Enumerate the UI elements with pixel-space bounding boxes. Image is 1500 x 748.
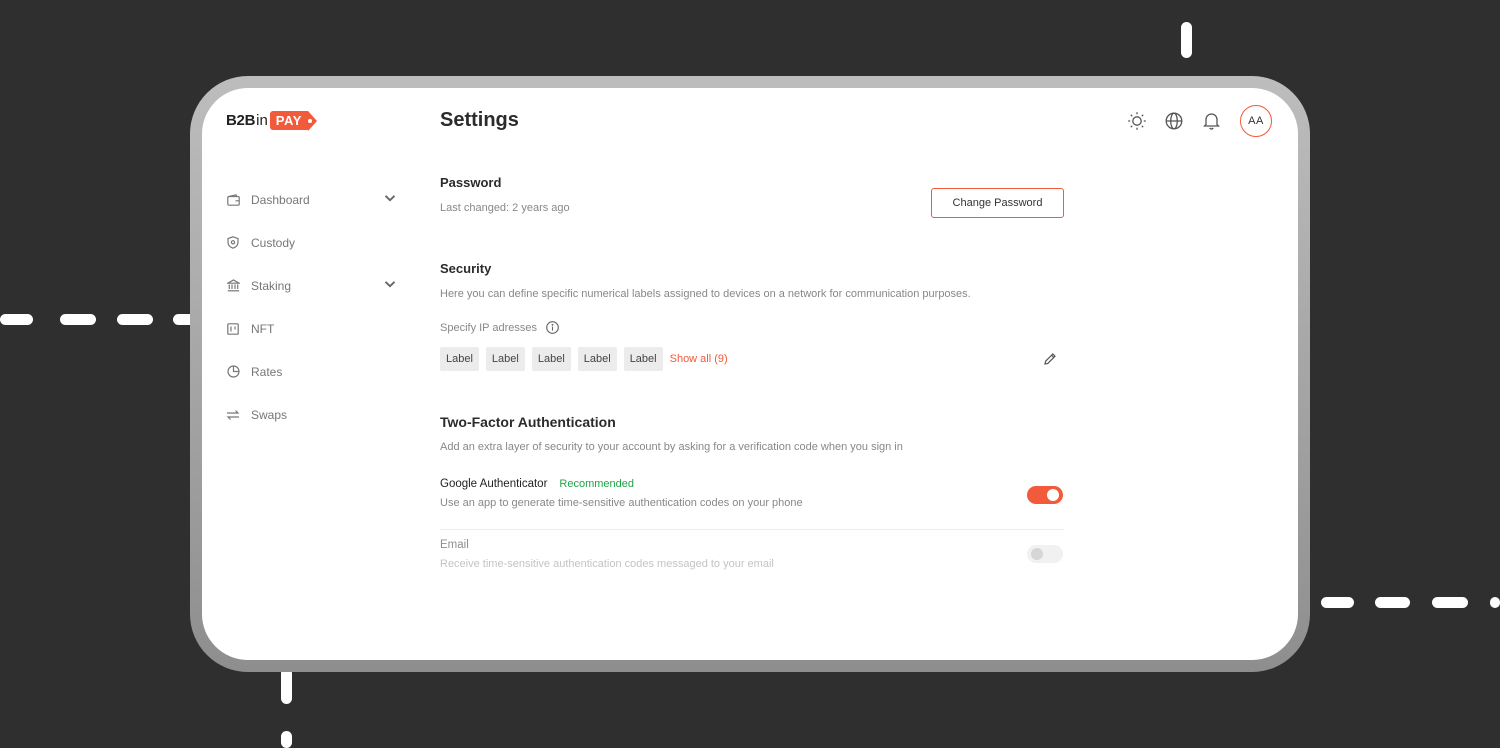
toggle-knob: [1047, 489, 1059, 501]
sidebar-item-label: NFT: [251, 321, 275, 336]
settings-content: Password Last changed: 2 years ago Chang…: [440, 172, 1064, 579]
security-section-title: Security: [440, 261, 492, 276]
two-factor-description: Add an extra layer of security to your a…: [440, 441, 903, 453]
google-authenticator-title: Google Authenticator: [440, 478, 548, 490]
sidebar-item-label: Staking: [251, 278, 292, 293]
chevron-down-icon[interactable]: [384, 278, 396, 290]
sidebar-item-custody[interactable]: Custody: [226, 221, 396, 264]
app-window: B2B in PAY Dashboard Custody Staking NFT…: [202, 88, 1298, 660]
password-section-title: Password: [440, 175, 502, 190]
logo-text-in: in: [256, 112, 268, 129]
sidebar-item-label: Swaps: [251, 407, 288, 422]
ip-labels-row: Label Label Label Label Label Show all (…: [440, 347, 728, 371]
sidebar-item-nft[interactable]: NFT: [226, 307, 396, 350]
google-authenticator-row: Google Authenticator Recommended Use an a…: [440, 478, 1064, 518]
ip-label-chip[interactable]: Label: [531, 347, 571, 371]
nft-frame-icon: [226, 322, 240, 336]
security-description: Here you can define specific numerical l…: [440, 288, 971, 300]
google-authenticator-heading: Google Authenticator Recommended: [440, 478, 1064, 490]
sidebar-item-rates[interactable]: Rates: [226, 350, 396, 393]
theme-sun-icon[interactable]: [1126, 110, 1148, 132]
avatar[interactable]: AA: [1240, 105, 1272, 137]
globe-icon[interactable]: [1163, 110, 1185, 132]
email-auth-title: Email: [440, 539, 469, 551]
ip-address-label: Specify IP adresses: [440, 321, 538, 334]
ip-label-chip[interactable]: Label: [440, 347, 479, 371]
bank-icon: [226, 279, 240, 293]
sidebar-item-label: Dashboard: [251, 192, 310, 207]
swap-arrows-icon: [226, 408, 240, 422]
sidebar-nav: Dashboard Custody Staking NFT Rates Swap…: [226, 178, 396, 436]
change-password-button[interactable]: Change Password: [931, 188, 1064, 218]
show-all-labels-link[interactable]: Show all (9): [670, 353, 728, 365]
sidebar-item-dashboard[interactable]: Dashboard: [226, 178, 396, 221]
divider: [440, 529, 1064, 530]
toggle-knob: [1031, 548, 1043, 560]
sidebar-item-label: Custody: [251, 235, 296, 250]
brand-logo[interactable]: B2B in PAY: [226, 111, 317, 131]
password-last-changed: Last changed: 2 years ago: [440, 202, 570, 214]
email-auth-toggle[interactable]: [1027, 545, 1063, 563]
two-factor-section-title: Two-Factor Authentication: [440, 414, 616, 430]
password-section: Password Last changed: 2 years ago Chang…: [440, 172, 1064, 257]
sidebar-item-staking[interactable]: Staking: [226, 264, 396, 307]
sidebar-item-swaps[interactable]: Swaps: [226, 393, 396, 436]
info-icon[interactable]: [546, 321, 559, 334]
recommended-badge: Recommended: [559, 478, 635, 490]
logo-text-b2b: B2B: [226, 112, 256, 129]
logo-text-pay: PAY: [275, 113, 302, 128]
google-authenticator-description: Use an app to generate time-sensitive au…: [440, 497, 803, 509]
edit-pencil-icon[interactable]: [1043, 352, 1057, 366]
ip-label-chip[interactable]: Label: [623, 347, 663, 371]
ip-label-chip[interactable]: Label: [485, 347, 525, 371]
security-section: Security Here you can define specific nu…: [440, 257, 1064, 409]
logo-pay-tag: PAY: [269, 111, 317, 131]
ip-label-chip[interactable]: Label: [577, 347, 617, 371]
pie-chart-icon: [226, 365, 240, 379]
two-factor-section: Two-Factor Authentication Add an extra l…: [440, 409, 1064, 579]
bell-icon[interactable]: [1200, 110, 1222, 132]
shield-icon: [226, 236, 240, 250]
email-auth-description: Receive time-sensitive authentication co…: [440, 558, 774, 570]
chevron-down-icon[interactable]: [384, 192, 396, 204]
page-title: Settings: [440, 109, 519, 131]
header-actions: AA: [1111, 105, 1272, 137]
google-authenticator-toggle[interactable]: [1027, 486, 1063, 504]
email-auth-row: Email Receive time-sensitive authenticat…: [440, 539, 1064, 579]
wallet-icon: [226, 193, 240, 207]
ip-address-label-row: Specify IP adresses: [440, 321, 559, 334]
sidebar-item-label: Rates: [251, 364, 283, 379]
